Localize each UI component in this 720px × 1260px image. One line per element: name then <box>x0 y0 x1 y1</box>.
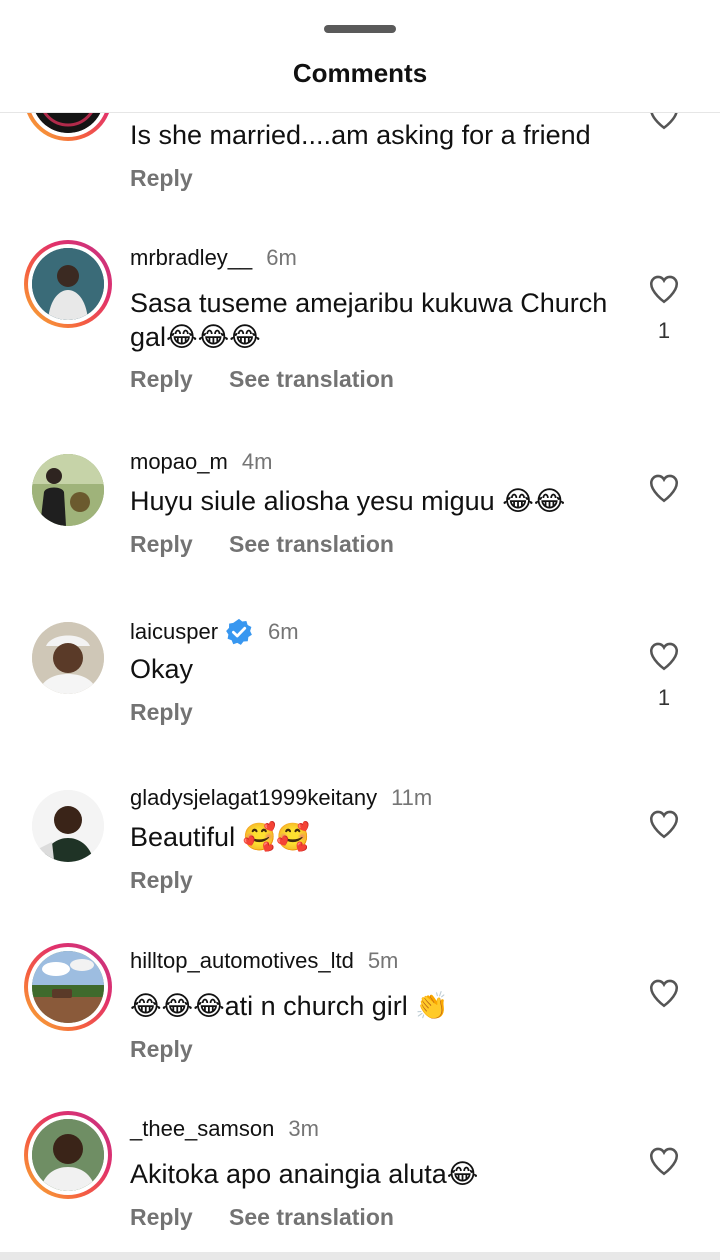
comment-text: Sasa tuseme amejaribu kukuwa Church gal😂… <box>130 288 608 352</box>
avatar[interactable] <box>24 614 112 702</box>
bottom-divider <box>0 1252 720 1260</box>
username[interactable]: mrbradley__ <box>130 245 252 271</box>
heart-icon[interactable] <box>646 976 682 1010</box>
see-translation-button[interactable]: See translation <box>229 1204 394 1230</box>
like-count: 1 <box>657 685 671 710</box>
comment-item: hilltop_automotives_ltd 5m 😂😂😂ati n chur… <box>0 943 720 1093</box>
reply-button[interactable]: Reply <box>130 1036 193 1062</box>
heart-icon[interactable] <box>646 807 682 841</box>
comment-text: Akitoka apo anaingia aluta😂 <box>130 1159 479 1189</box>
comment-item: _thee_samson 3m Akitoka apo anaingia alu… <box>0 1111 720 1253</box>
avatar[interactable] <box>24 446 112 534</box>
see-translation-button[interactable]: See translation <box>229 366 394 392</box>
reply-button[interactable]: Reply <box>130 366 193 392</box>
timestamp: 11m <box>391 785 433 810</box>
comment-item: gladysjelagat1999keitany 11m Beautiful 🥰… <box>0 782 720 932</box>
username[interactable]: laicusper <box>130 619 218 645</box>
timestamp: 4m <box>241 449 273 474</box>
comment-text: Okay <box>130 654 194 684</box>
reply-button[interactable]: Reply <box>130 165 193 191</box>
comment-item: laicusper 6m Okay Reply 1 <box>0 614 720 764</box>
reply-button[interactable]: Reply <box>130 867 193 893</box>
reply-button[interactable]: Reply <box>130 699 193 725</box>
reply-button[interactable]: Reply <box>130 1204 193 1230</box>
timestamp: 6m <box>266 245 297 270</box>
comment-item: Is she married....am asking for a friend… <box>0 113 720 223</box>
avatar[interactable] <box>24 782 112 870</box>
comment-text: 😂😂😂ati n church girl 👏 <box>130 991 449 1021</box>
timestamp: 5m <box>367 948 399 973</box>
avatar[interactable] <box>24 113 112 141</box>
avatar[interactable] <box>24 1111 112 1199</box>
comment-text: Is she married....am asking for a friend <box>130 120 591 150</box>
comment-list[interactable]: Is she married....am asking for a friend… <box>0 113 720 1253</box>
comment-text: Beautiful 🥰🥰 <box>130 822 310 852</box>
avatar[interactable] <box>24 240 112 328</box>
heart-icon[interactable] <box>646 1144 682 1178</box>
comment-item: mrbradley__ 6m Sasa tuseme amejaribu kuk… <box>0 240 720 410</box>
timestamp: 3m <box>288 1116 319 1141</box>
timestamp: 6m <box>268 619 299 644</box>
avatar[interactable] <box>24 943 112 1031</box>
drag-handle[interactable] <box>324 25 396 33</box>
username[interactable]: gladysjelagat1999keitany <box>130 785 377 811</box>
username[interactable]: mopao_m <box>130 449 228 475</box>
comment-item: mopao_m 4m Huyu siule aliosha yesu miguu… <box>0 446 720 596</box>
username[interactable]: _thee_samson <box>130 1116 274 1142</box>
heart-icon[interactable] <box>646 639 682 673</box>
heart-icon[interactable] <box>646 471 682 505</box>
username[interactable]: hilltop_automotives_ltd <box>130 948 354 974</box>
reply-button[interactable]: Reply <box>130 531 193 557</box>
page-title: Comments <box>292 58 428 88</box>
heart-icon[interactable] <box>646 272 682 306</box>
see-translation-button[interactable]: See translation <box>229 531 394 557</box>
heart-icon[interactable] <box>646 113 682 132</box>
like-count: 1 <box>657 318 671 343</box>
comment-text: Huyu siule aliosha yesu miguu 😂😂 <box>130 486 566 516</box>
verified-badge-icon <box>226 618 252 645</box>
comments-sheet: Comments Is she married....am asking for… <box>0 0 720 1260</box>
